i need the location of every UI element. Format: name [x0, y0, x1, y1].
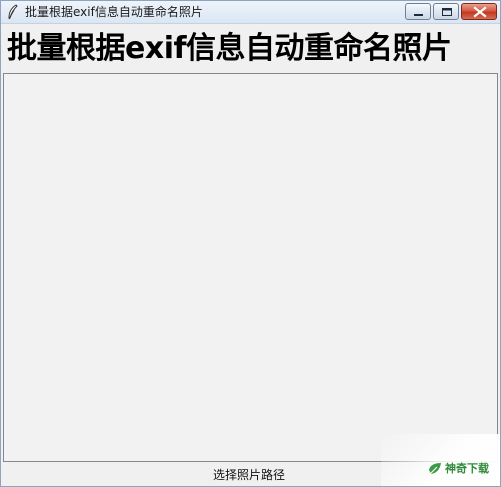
maximize-icon — [442, 8, 452, 16]
minimize-icon — [414, 14, 423, 16]
title-bar[interactable]: 批量根据exif信息自动重命名照片 — [1, 1, 500, 24]
content-frame — [3, 73, 498, 462]
select-path-button[interactable]: 选择照片路径 — [213, 467, 285, 483]
page-heading: 批量根据exif信息自动重命名照片 — [7, 31, 452, 66]
minimize-button[interactable] — [405, 3, 431, 20]
app-window: 批量根据exif信息自动重命名照片 批量根据exif信息自动重命名照片 选择照片… — [0, 0, 501, 487]
close-button[interactable] — [461, 3, 497, 20]
close-icon — [473, 6, 487, 18]
leaf-logo-icon — [427, 461, 443, 477]
watermark-text: 神奇下载 — [445, 462, 489, 475]
feather-icon — [7, 4, 19, 20]
maximize-button[interactable] — [433, 3, 459, 20]
window-title: 批量根据exif信息自动重命名照片 — [25, 5, 203, 19]
